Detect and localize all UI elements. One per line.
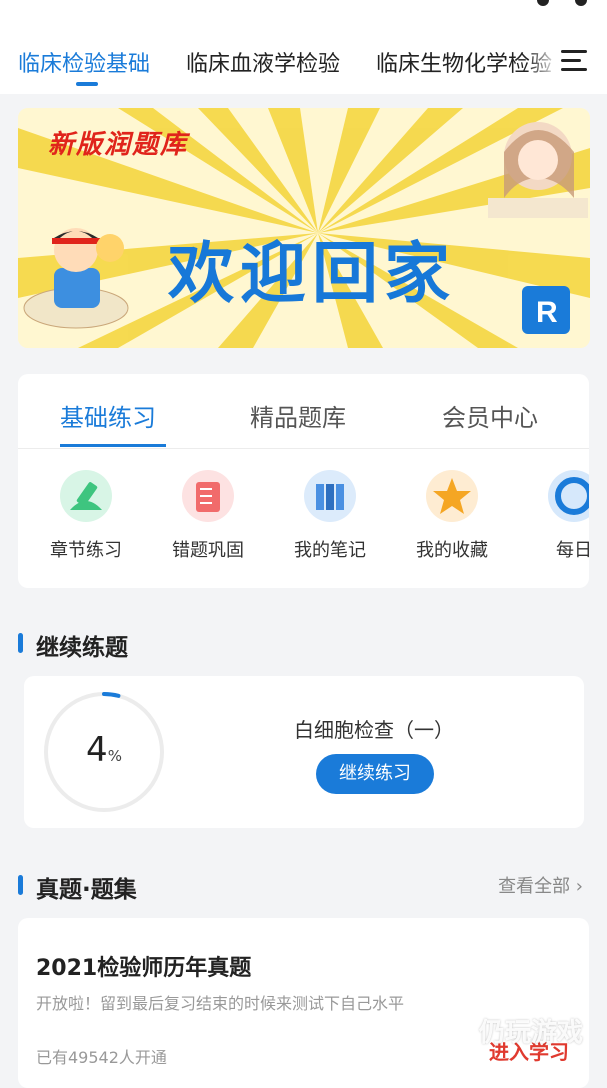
promo-banner[interactable]: R 新版润题库 欢迎回家 xyxy=(18,108,590,348)
tab-member-center[interactable]: 会员中心 xyxy=(442,398,538,433)
view-all-link[interactable]: 查看全部 › xyxy=(498,872,583,898)
category-tab-2[interactable]: 临床生物化学检验 xyxy=(376,46,552,78)
menu-icon[interactable] xyxy=(561,50,587,72)
section-title-continue: 继续练题 xyxy=(18,628,128,662)
feature-daily[interactable]: 每日 xyxy=(514,470,589,562)
feature-my-notes[interactable]: 我的笔记 xyxy=(270,470,390,562)
exam-card[interactable]: 2021检验师历年真题 开放啦！留到最后复习结束的时候来测试下自己水平 已有49… xyxy=(18,918,589,1088)
status-icons xyxy=(537,0,587,6)
exam-description: 开放啦！留到最后复习结束的时候来测试下自己水平 xyxy=(36,994,405,1013)
continue-practice-button[interactable]: 继续练习 xyxy=(316,754,434,794)
wrong-list-icon xyxy=(182,470,234,522)
status-bar xyxy=(0,0,607,10)
course-name: 白细胞检查（一） xyxy=(294,718,454,742)
tab-basic-practice[interactable]: 基础练习 xyxy=(60,398,156,433)
feature-mistake-review[interactable]: 错题巩固 xyxy=(148,470,268,562)
progress-percent: 4% xyxy=(86,730,122,770)
notebooks-icon xyxy=(304,470,356,522)
star-icon xyxy=(426,470,478,522)
category-tabs: 临床检验基础 临床血液学检验 临床生物化学检验 xyxy=(0,10,607,94)
continue-card[interactable]: 4% 白细胞检查（一） 继续练习 xyxy=(24,676,584,828)
daily-icon xyxy=(548,470,589,522)
category-tab-1[interactable]: 临床血液学检验 xyxy=(186,46,340,78)
pencil-icon xyxy=(60,470,112,522)
section-title-exams: 真题·题集 xyxy=(18,870,137,904)
feature-my-favorites[interactable]: 我的收藏 xyxy=(392,470,512,562)
feature-chapter-practice[interactable]: 章节练习 xyxy=(26,470,146,562)
svg-text:R: R xyxy=(536,296,558,329)
feature-icons: 章节练习 错题巩固 我的笔记 我的收藏 每日 xyxy=(18,470,589,570)
banner-tag: 新版润题库 xyxy=(48,130,189,160)
category-tab-0[interactable]: 临床检验基础 xyxy=(18,46,150,86)
active-tab-indicator xyxy=(60,444,166,447)
exam-title: 2021检验师历年真题 xyxy=(36,956,252,981)
watermark: 仍玩游戏 xyxy=(478,1018,583,1048)
tab-premium-bank[interactable]: 精品题库 xyxy=(250,398,346,433)
practice-card: 基础练习 精品题库 会员中心 章节练习 错题巩固 我的笔记 我的收藏 每日 xyxy=(18,374,589,588)
exam-subscriber-count: 已有49542人开通 xyxy=(36,1048,167,1067)
brand-logo: R xyxy=(522,286,570,334)
banner-headline: 欢迎回家 xyxy=(168,235,456,312)
practice-tabs: 基础练习 精品题库 会员中心 xyxy=(18,374,589,449)
